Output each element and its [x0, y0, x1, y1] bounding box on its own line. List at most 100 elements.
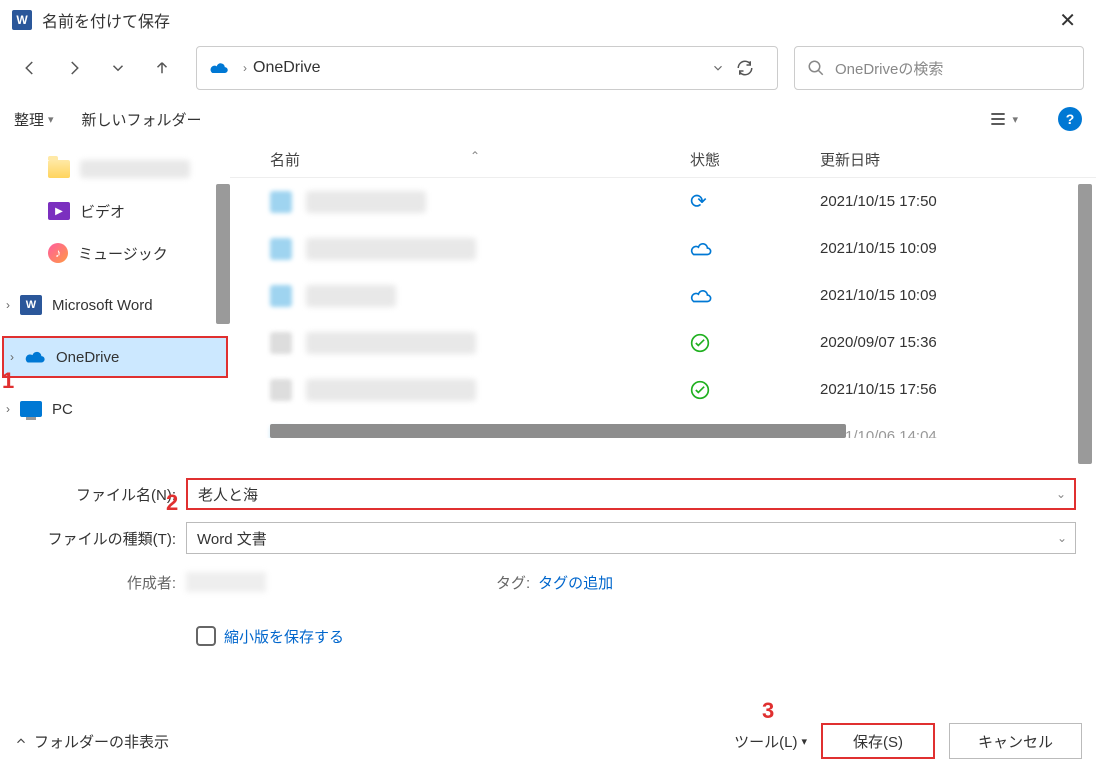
filename-label: ファイル名(N): — [10, 484, 186, 505]
sort-indicator-icon: ⌃ — [470, 149, 480, 163]
file-icon — [270, 285, 292, 307]
chevron-down-icon[interactable]: ⌄ — [1056, 487, 1066, 501]
annotation-3: 3 — [762, 698, 774, 724]
cloud-icon — [209, 58, 229, 78]
check-icon — [690, 333, 820, 353]
check-icon — [690, 380, 820, 400]
search-input[interactable]: OneDriveの検索 — [794, 46, 1084, 90]
help-button[interactable]: ? — [1058, 107, 1082, 131]
cloud-icon — [690, 288, 820, 304]
sidebar-item-msword[interactable]: › W Microsoft Word — [0, 284, 230, 326]
file-icon — [270, 191, 292, 213]
view-options[interactable]: ▾ — [988, 111, 1018, 127]
expand-icon[interactable]: › — [6, 402, 10, 416]
author-value — [186, 572, 266, 592]
sidebar-item-label: PC — [52, 401, 73, 418]
sidebar-item-onedrive[interactable]: › OneDrive — [2, 336, 228, 378]
window-title: 名前を付けて保存 — [42, 8, 1051, 32]
horizontal-scrollbar[interactable] — [270, 424, 846, 438]
add-tag-link[interactable]: タグの追加 — [538, 572, 613, 593]
file-row[interactable]: 2020/09/07 15:36 — [230, 319, 1096, 366]
music-icon: ♪ — [48, 243, 68, 263]
tools-menu[interactable]: ツール(L) ▾ — [734, 731, 807, 752]
author-label: 作成者: — [10, 572, 186, 593]
refresh-button[interactable] — [725, 59, 765, 77]
back-button[interactable] — [12, 50, 48, 86]
list-body: ⟳ 2021/10/15 17:50 2021/10/15 10:09 2021… — [230, 178, 1096, 438]
save-fields: ファイル名(N): 老人と海 ⌄ ファイルの種類(T): Word 文書 ⌄ 作… — [0, 462, 1096, 660]
forward-button[interactable] — [56, 50, 92, 86]
sidebar-item-pc[interactable]: › PC — [0, 388, 230, 430]
save-button[interactable]: 保存(S) — [821, 723, 935, 759]
file-icon — [270, 379, 292, 401]
annotation-2: 2 — [166, 490, 178, 516]
file-date: 2021/10/15 10:09 — [820, 287, 1096, 304]
sidebar-item-folder[interactable] — [0, 148, 230, 190]
file-list: 名前 ⌃ 状態 更新日時 ⟳ 2021/10/15 17:50 2021/10/… — [230, 142, 1096, 462]
annotation-1: 1 — [2, 368, 14, 394]
sidebar: ▶ ビデオ ♪ ミュージック › W Microsoft Word › OneD… — [0, 142, 230, 462]
thumbnail-row: 縮小版を保存する — [10, 616, 1086, 656]
sidebar-scrollbar[interactable] — [216, 184, 230, 324]
main-area: ▶ ビデオ ♪ ミュージック › W Microsoft Word › OneD… — [0, 142, 1096, 462]
file-date: 2021/10/15 17:56 — [820, 381, 1096, 398]
word-app-icon: W — [12, 10, 32, 30]
folder-icon — [48, 160, 70, 178]
search-placeholder: OneDriveの検索 — [835, 58, 943, 79]
tag-label: タグ: — [496, 572, 530, 593]
filetype-select[interactable]: Word 文書 ⌄ — [186, 522, 1076, 554]
expand-icon[interactable]: › — [10, 350, 14, 364]
file-date: 2020/09/07 15:36 — [820, 334, 1096, 351]
sidebar-item-label: Microsoft Word — [52, 297, 153, 314]
thumbnail-label[interactable]: 縮小版を保存する — [224, 626, 344, 647]
file-row[interactable]: 2021/10/15 10:09 — [230, 272, 1096, 319]
column-date[interactable]: 更新日時 — [820, 149, 1096, 170]
recent-dropdown[interactable] — [100, 50, 136, 86]
filetype-label: ファイルの種類(T): — [10, 528, 186, 549]
sync-icon: ⟳ — [690, 189, 820, 214]
pc-icon — [20, 401, 42, 417]
search-icon — [807, 59, 825, 77]
file-row[interactable]: ⟳ 2021/10/15 17:50 — [230, 178, 1096, 225]
chevron-down-icon[interactable] — [711, 61, 725, 75]
file-date: 2021/10/06 14:04 — [820, 428, 1096, 438]
file-icon — [270, 332, 292, 354]
filetype-row: ファイルの種類(T): Word 文書 ⌄ — [10, 518, 1086, 558]
file-row[interactable]: 2021/10/15 10:09 — [230, 225, 1096, 272]
sidebar-item-label: ミュージック — [78, 243, 168, 264]
breadcrumb-location[interactable]: OneDrive — [253, 59, 321, 77]
file-date: 2021/10/15 17:50 — [820, 193, 1096, 210]
footer: フォルダーの非表示 ツール(L) ▾ 保存(S) キャンセル — [0, 713, 1096, 769]
chevron-down-icon[interactable]: ⌄ — [1057, 531, 1067, 545]
filelist-scrollbar[interactable] — [1078, 184, 1092, 464]
meta-row: 作成者: タグ: タグの追加 — [10, 564, 1086, 600]
file-date: 2021/10/15 10:09 — [820, 240, 1096, 257]
close-button[interactable]: ✕ — [1051, 4, 1084, 37]
sidebar-item-label: OneDrive — [56, 349, 119, 366]
new-folder-button[interactable]: 新しいフォルダー — [82, 109, 202, 130]
toolbar: 整理▾ 新しいフォルダー ▾ ? — [0, 96, 1096, 142]
file-icon — [270, 238, 292, 260]
organize-menu[interactable]: 整理▾ — [14, 109, 54, 130]
chevron-up-icon — [14, 734, 28, 748]
thumbnail-checkbox[interactable] — [196, 626, 216, 646]
file-row[interactable]: 2021/10/15 17:56 — [230, 366, 1096, 413]
cancel-button[interactable]: キャンセル — [949, 723, 1082, 759]
filename-input[interactable]: 老人と海 ⌄ — [186, 478, 1076, 510]
column-name[interactable]: 名前 ⌃ — [270, 149, 690, 170]
expand-icon[interactable]: › — [6, 298, 10, 312]
list-header: 名前 ⌃ 状態 更新日時 — [230, 142, 1096, 178]
address-bar[interactable]: › OneDrive — [196, 46, 778, 90]
word-icon: W — [20, 295, 42, 315]
video-icon: ▶ — [48, 202, 70, 220]
sidebar-item-videos[interactable]: ▶ ビデオ — [0, 190, 230, 232]
cloud-icon — [690, 241, 820, 257]
up-button[interactable] — [144, 50, 180, 86]
title-bar: W 名前を付けて保存 ✕ — [0, 0, 1096, 40]
sidebar-item-music[interactable]: ♪ ミュージック — [0, 232, 230, 274]
onedrive-icon — [24, 349, 46, 365]
navigation-bar: › OneDrive OneDriveの検索 — [0, 40, 1096, 96]
column-status[interactable]: 状態 — [690, 149, 820, 170]
hide-folders-button[interactable]: フォルダーの非表示 — [14, 731, 169, 752]
sidebar-item-label: ビデオ — [80, 201, 125, 222]
